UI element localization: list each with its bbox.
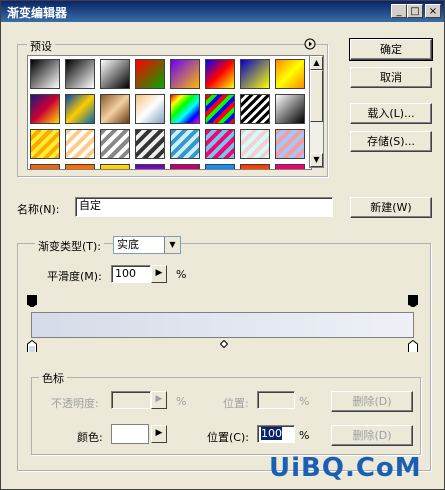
opacity-unit: %: [176, 395, 187, 408]
preset-swatch[interactable]: [65, 164, 95, 169]
opacity-stop-left-icon[interactable]: [27, 295, 37, 307]
preset-swatch[interactable]: [65, 129, 95, 159]
cancel-button[interactable]: 取消: [350, 67, 432, 88]
preset-swatch[interactable]: [30, 59, 60, 89]
preset-swatch[interactable]: [275, 129, 305, 159]
preset-swatch[interactable]: [135, 94, 165, 124]
location-unit: %: [299, 429, 310, 442]
preset-swatch[interactable]: [205, 164, 235, 169]
play-circle-icon[interactable]: [304, 38, 316, 50]
preset-swatch[interactable]: [275, 164, 305, 169]
gradient-type-label: 渐变类型(T):: [35, 238, 105, 254]
opacity-input[interactable]: [111, 391, 151, 409]
scroll-down-arrow-icon[interactable]: ▼: [310, 153, 323, 167]
minimize-button[interactable]: _: [391, 4, 407, 18]
color-stop-left-icon[interactable]: [27, 340, 37, 352]
preset-swatch[interactable]: [30, 164, 60, 169]
preset-swatch[interactable]: [240, 164, 270, 169]
color-label: 颜色:: [77, 431, 103, 444]
preset-swatch[interactable]: [205, 129, 235, 159]
opacity-delete-button[interactable]: 删除(D): [331, 391, 413, 412]
preset-swatch[interactable]: [170, 59, 200, 89]
watermark-logo: UiBQ.CoM: [269, 453, 422, 483]
preset-swatch[interactable]: [205, 94, 235, 124]
preset-swatch[interactable]: [100, 59, 130, 89]
preset-swatch[interactable]: [135, 164, 165, 169]
window-title: 渐变编辑器: [7, 6, 68, 20]
delete-button[interactable]: 删除(D): [331, 425, 413, 446]
preset-swatch[interactable]: [240, 94, 270, 124]
save-button[interactable]: 存储(S)...: [350, 131, 432, 152]
preset-swatch[interactable]: [135, 129, 165, 159]
opacity-location-input[interactable]: [257, 391, 295, 409]
preset-swatch[interactable]: [240, 59, 270, 89]
preset-swatch[interactable]: [65, 59, 95, 89]
preset-swatch[interactable]: [170, 129, 200, 159]
gradient-editor-window: 渐变编辑器 _ □ × 预设 ▲ ▼ 确定 取消 载入(L)... 存储(S).…: [0, 0, 445, 490]
name-input[interactable]: 自定: [75, 197, 333, 217]
preset-swatch[interactable]: [100, 94, 130, 124]
opacity-location-unit: %: [299, 395, 310, 408]
smoothness-unit: %: [176, 268, 187, 281]
location-value: 100: [261, 427, 282, 440]
close-button[interactable]: ×: [425, 4, 441, 18]
color-stops-label: 色标: [39, 370, 67, 386]
preset-swatch[interactable]: [30, 94, 60, 124]
color-arrow-icon[interactable]: ▶: [151, 425, 167, 443]
location-input[interactable]: 100: [257, 425, 295, 443]
preset-swatch[interactable]: [65, 94, 95, 124]
smoothness-label: 平滑度(M):: [47, 270, 102, 283]
color-stop-right-icon[interactable]: [408, 340, 418, 352]
preset-swatch-grid[interactable]: [27, 55, 312, 170]
maximize-button[interactable]: □: [407, 4, 423, 18]
name-label: 名称(N):: [17, 203, 60, 216]
gradient-preview-bar[interactable]: [31, 312, 414, 338]
title-bar[interactable]: 渐变编辑器 _ □ ×: [1, 1, 444, 22]
opacity-location-label: 位置:: [223, 397, 249, 410]
scroll-up-arrow-icon[interactable]: ▲: [310, 56, 323, 70]
opacity-stop-right-icon[interactable]: [408, 295, 418, 307]
preset-swatch[interactable]: [205, 59, 235, 89]
preset-swatch[interactable]: [135, 59, 165, 89]
preset-swatch[interactable]: [275, 94, 305, 124]
presets-label: 预设: [27, 38, 55, 54]
load-button[interactable]: 载入(L)...: [350, 103, 432, 124]
gradient-type-select[interactable]: 实底 ▼: [113, 236, 181, 254]
preset-swatch[interactable]: [100, 164, 130, 169]
preset-swatch[interactable]: [170, 164, 200, 169]
opacity-arrow-icon[interactable]: ▶: [151, 391, 167, 409]
opacity-label: 不透明度:: [51, 397, 99, 410]
scroll-thumb[interactable]: [310, 70, 323, 122]
ok-button[interactable]: 确定: [349, 38, 433, 61]
location-label: 位置(C):: [207, 431, 249, 444]
preset-scrollbar[interactable]: ▲ ▼: [309, 55, 324, 168]
preset-swatch[interactable]: [240, 129, 270, 159]
preset-swatch[interactable]: [100, 129, 130, 159]
midpoint-diamond-icon[interactable]: [220, 340, 230, 352]
color-swatch[interactable]: [111, 424, 149, 444]
preset-swatch[interactable]: [275, 59, 305, 89]
preset-swatch[interactable]: [170, 94, 200, 124]
preset-swatch[interactable]: [30, 129, 60, 159]
chevron-down-icon[interactable]: ▼: [164, 237, 180, 253]
smoothness-input[interactable]: 100: [111, 265, 151, 283]
gradient-type-value: 实底: [117, 238, 139, 251]
new-button[interactable]: 新建(W): [350, 197, 432, 218]
smoothness-slider-arrow-icon[interactable]: ▶: [151, 265, 167, 283]
